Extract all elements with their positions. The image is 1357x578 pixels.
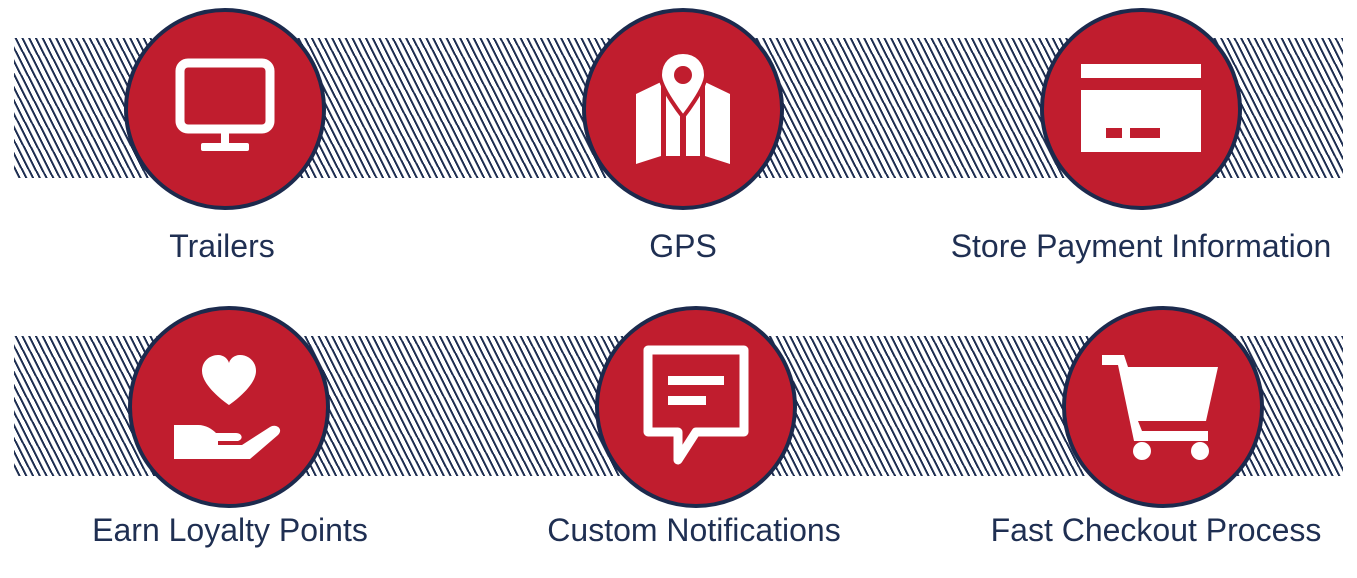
shopping-cart-icon <box>1098 347 1228 467</box>
feature-label-store-payment-information: Store Payment Information <box>950 228 1332 264</box>
feature-label-trailers: Trailers <box>169 228 275 264</box>
notifications-icon-circle <box>595 306 797 508</box>
trailers-icon-circle <box>124 8 326 210</box>
credit-card-icon <box>1076 54 1206 164</box>
feature-label-fast-checkout-process: Fast Checkout Process <box>990 512 1322 548</box>
gps-icon-circle <box>582 8 784 210</box>
chat-message-icon <box>636 342 756 472</box>
checkout-icon-circle <box>1062 306 1264 508</box>
feature-label-gps: GPS <box>649 228 717 264</box>
heart-hand-icon <box>164 347 294 467</box>
payment-icon-circle <box>1040 8 1242 210</box>
map-pin-icon <box>618 44 748 174</box>
loyalty-icon-circle <box>128 306 330 508</box>
feature-label-earn-loyalty-points: Earn Loyalty Points <box>92 512 368 548</box>
monitor-icon <box>165 49 285 169</box>
feature-label-custom-notifications: Custom Notifications <box>547 512 841 548</box>
